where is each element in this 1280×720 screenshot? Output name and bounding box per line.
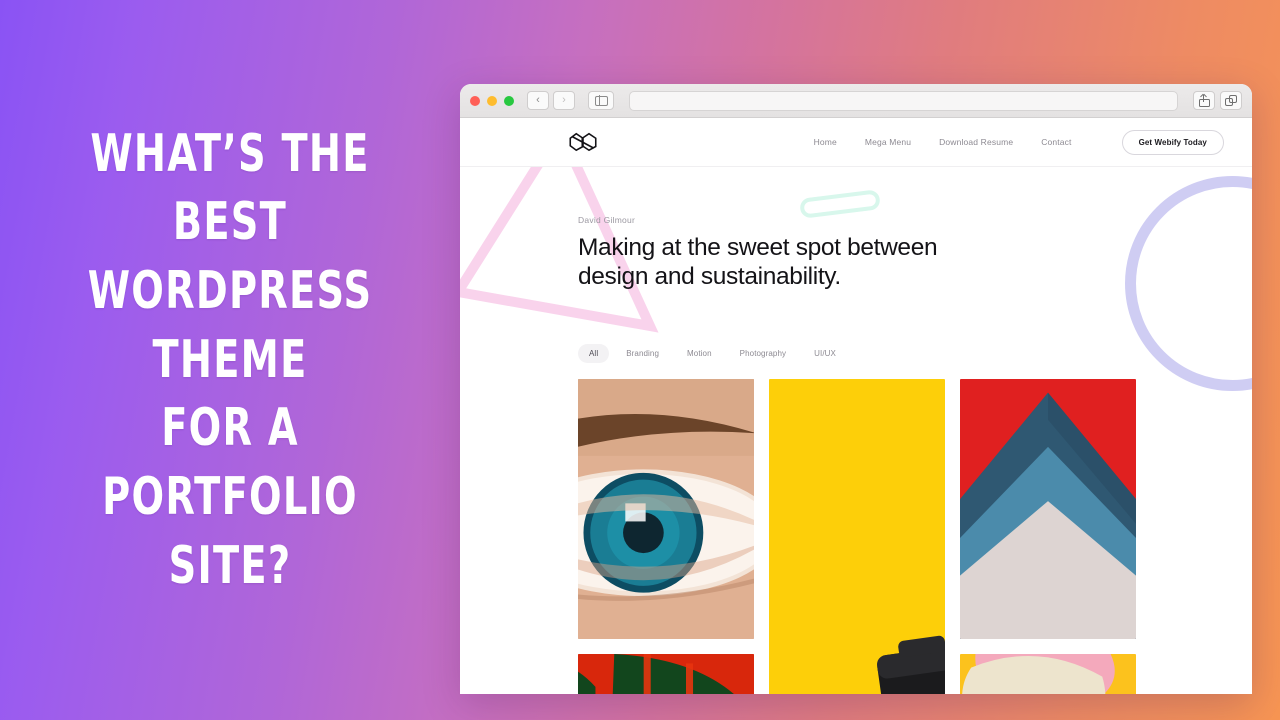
nav-item-contact[interactable]: Contact: [1041, 137, 1071, 147]
webify-logo[interactable]: [568, 131, 598, 153]
minimize-window-button[interactable]: [487, 95, 497, 106]
hero-headline: Making at the sweet spot between design …: [578, 234, 938, 290]
promo-headline: WHAT’S THE BEST WORDPRESS THEME FOR A PO…: [87, 123, 373, 596]
hero-author: David Gilmour: [578, 215, 636, 225]
filter-tab-photography[interactable]: Photography: [729, 344, 797, 363]
tab-overview-button[interactable]: [1220, 91, 1242, 110]
portfolio-item-blue-eye-closeup[interactable]: [578, 378, 754, 639]
site-navbar: Home Mega Menu Download Resume Contact G…: [460, 118, 1252, 167]
browser-toolbar: ‹ ›: [460, 84, 1252, 118]
portfolio-item-black-camera-on-yellow[interactable]: [769, 378, 945, 694]
promo-panel: WHAT’S THE BEST WORDPRESS THEME FOR A PO…: [0, 0, 460, 720]
nav-item-download-resume[interactable]: Download Resume: [939, 137, 1013, 147]
nav-buttons: ‹ ›: [527, 91, 575, 110]
tabs-icon: [1225, 95, 1237, 106]
toolbar-right-buttons: [1193, 91, 1242, 110]
sidebar-toggle-button[interactable]: [588, 91, 614, 110]
share-button[interactable]: [1193, 91, 1215, 110]
portfolio-item-ice-cream-cone[interactable]: [960, 653, 1136, 694]
portfolio-item-pouring-green-soup[interactable]: [578, 653, 754, 694]
filter-tab-motion[interactable]: Motion: [676, 344, 723, 363]
portfolio-filter-tabs: All Branding Motion Photography UI/UX: [578, 343, 1252, 363]
nav-item-mega-menu[interactable]: Mega Menu: [865, 137, 911, 147]
get-webify-today-button[interactable]: Get Webify Today: [1121, 129, 1224, 155]
portfolio-item-chevron-color-blocks[interactable]: [960, 378, 1136, 639]
address-bar-input[interactable]: [629, 90, 1178, 111]
back-button[interactable]: ‹: [527, 91, 549, 110]
maximize-window-button[interactable]: [504, 95, 514, 106]
browser-window: ‹ › Home Mega Menu Download Resume Conta…: [460, 84, 1252, 694]
website-viewport: Home Mega Menu Download Resume Contact G…: [460, 118, 1252, 694]
filter-tab-all[interactable]: All: [578, 343, 610, 363]
share-icon: [1198, 94, 1210, 107]
window-controls: [470, 95, 514, 106]
filter-tab-uiux[interactable]: UI/UX: [803, 344, 847, 363]
filter-tab-branding[interactable]: Branding: [615, 344, 670, 363]
nav-item-home[interactable]: Home: [814, 137, 837, 147]
close-window-button[interactable]: [470, 95, 480, 106]
forward-button[interactable]: ›: [553, 91, 575, 110]
sidebar-icon: [594, 95, 608, 106]
site-nav-links: Home Mega Menu Download Resume Contact G…: [814, 129, 1224, 155]
portfolio-grid: [578, 378, 1142, 694]
hero-section: David Gilmour Making at the sweet spot b…: [460, 167, 1252, 292]
